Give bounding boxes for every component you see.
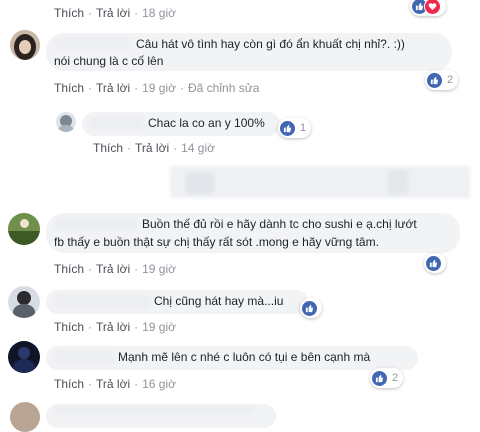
comment-text: Câu hát vô tình hay còn gì đó ẩn khuất c…	[136, 37, 405, 51]
reaction-summary[interactable]: 1	[278, 118, 312, 138]
author-name-redacted[interactable]	[54, 217, 138, 230]
comment-bubble	[46, 404, 276, 428]
reaction-summary[interactable]	[424, 253, 446, 273]
like-link[interactable]: Thích	[54, 377, 84, 391]
reply-link[interactable]: Trả lời	[96, 81, 130, 95]
timestamp[interactable]: 19 giờ	[142, 81, 176, 95]
comment-text: Buồn thế đủ rồi e hãy dành tc cho sushi …	[142, 217, 417, 231]
comment-actions: Thích · Trả lời · 19 giờ · Đã chỉnh sửa	[54, 81, 260, 95]
avatar[interactable]	[8, 213, 40, 245]
reaction-summary[interactable]	[300, 298, 322, 318]
comment-text: Mạnh mẽ lên c nhé c luôn có tụi e bên cạ…	[118, 350, 371, 364]
avatar[interactable]	[8, 341, 40, 373]
redacted-region	[54, 406, 254, 414]
reaction-summary[interactable]	[410, 0, 446, 16]
reply-link[interactable]: Trả lời	[96, 6, 130, 20]
like-icon	[280, 120, 295, 136]
reaction-count: 2	[447, 74, 454, 86]
love-icon	[424, 0, 441, 15]
like-icon	[427, 72, 442, 88]
reaction-summary[interactable]: 2	[370, 368, 404, 388]
reply-link[interactable]: Trả lời	[96, 262, 130, 276]
like-icon	[302, 300, 317, 316]
timestamp[interactable]: 16 giờ	[142, 377, 176, 391]
avatar[interactable]	[56, 112, 76, 132]
reaction-count: 1	[300, 122, 307, 134]
redacted-region	[186, 172, 214, 194]
timestamp[interactable]: 18 giờ	[142, 6, 176, 20]
avatar[interactable]	[10, 402, 40, 432]
comment-actions: Thích · Trả lời · 18 giờ	[54, 6, 176, 20]
reply-bubble: Chac la co an y 100%	[82, 112, 280, 136]
avatar[interactable]	[10, 30, 40, 60]
like-link[interactable]: Thích	[54, 81, 84, 95]
reply-actions: Thích · Trả lời · 14 giờ	[93, 141, 215, 155]
like-icon	[426, 255, 441, 271]
comment-text: nói chung là c cố lên	[54, 54, 164, 68]
timestamp[interactable]: 14 giờ	[181, 141, 215, 155]
author-name-redacted[interactable]	[88, 117, 144, 130]
like-link[interactable]: Thích	[93, 141, 123, 155]
avatar[interactable]	[8, 286, 40, 318]
redacted-region	[170, 166, 470, 198]
like-link[interactable]: Thích	[54, 320, 84, 334]
like-icon	[372, 370, 387, 386]
comment-text: Chac la co an y 100%	[148, 116, 265, 130]
comment-text: Chị cũng hát hay mà...iu	[154, 294, 284, 308]
reply-link[interactable]: Trả lời	[96, 377, 130, 391]
author-name-redacted[interactable]	[54, 37, 130, 50]
author-name-redacted[interactable]	[54, 295, 150, 308]
comment-actions: Thích · Trả lời · 19 giờ	[54, 320, 176, 334]
reaction-summary[interactable]: 2	[425, 70, 459, 90]
comment-text: fb thấy e buồn thật sự chị thấy rất sót …	[54, 235, 379, 249]
comment-bubble: Buồn thế đủ rồi e hãy dành tc cho sushi …	[46, 213, 460, 253]
comment-actions: Thích · Trả lời · 19 giờ	[54, 262, 176, 276]
redacted-region	[388, 170, 408, 194]
author-name-redacted[interactable]	[54, 351, 114, 364]
comment-bubble: Chị cũng hát hay mà...iu	[46, 290, 308, 314]
edited-label[interactable]: Đã chỉnh sửa	[188, 81, 259, 95]
comment-actions: Thích · Trả lời · 16 giờ	[54, 377, 176, 391]
timestamp[interactable]: 19 giờ	[142, 262, 176, 276]
like-link[interactable]: Thích	[54, 262, 84, 276]
comment-bubble: Câu hát vô tình hay còn gì đó ẩn khuất c…	[46, 33, 452, 71]
timestamp[interactable]: 19 giờ	[142, 320, 176, 334]
like-link[interactable]: Thích	[54, 6, 84, 20]
comment-bubble: Mạnh mẽ lên c nhé c luôn có tụi e bên cạ…	[46, 346, 418, 370]
reply-link[interactable]: Trả lời	[135, 141, 169, 155]
reaction-count: 2	[392, 372, 399, 384]
reply-link[interactable]: Trả lời	[96, 320, 130, 334]
